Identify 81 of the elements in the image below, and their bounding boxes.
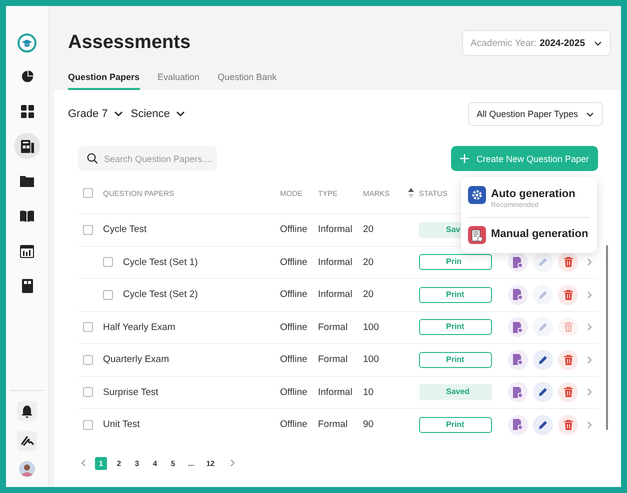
table-cell: Unit Test: [103, 419, 140, 430]
checkbox[interactable]: [83, 354, 93, 365]
table-cell-text: Offline: [280, 419, 308, 430]
checkbox[interactable]: [83, 224, 93, 235]
next-page-icon[interactable]: [230, 459, 235, 467]
previous-page-icon[interactable]: [81, 459, 86, 467]
sort-icon: [408, 188, 414, 198]
search-field[interactable]: Search Question Papers....: [78, 146, 217, 171]
chevron-right-icon[interactable]: [587, 356, 592, 364]
caret-icon: [594, 40, 602, 46]
table-cell-text: Formal: [318, 419, 349, 430]
scrollbar[interactable]: [606, 245, 608, 430]
caret-icon: [114, 111, 123, 117]
delete-icon[interactable]: [558, 350, 578, 370]
tab[interactable]: Evaluation: [158, 72, 200, 90]
tab[interactable]: Question Bank: [218, 72, 277, 90]
table-cell-text: Formal: [318, 322, 349, 333]
table-cell-text: 20: [363, 224, 375, 236]
table-cell: Surprise Test: [103, 386, 158, 398]
gear-icon: [468, 186, 486, 204]
table-cell: Cycle Test (Set 1): [123, 256, 198, 268]
delete-icon[interactable]: [558, 284, 578, 305]
checkbox[interactable]: [103, 290, 113, 300]
edit-icon[interactable]: [533, 414, 553, 435]
document-icon: [468, 226, 486, 244]
preview-icon[interactable]: [508, 414, 528, 435]
chevron-right-icon[interactable]: [587, 388, 592, 396]
preview-icon[interactable]: [508, 284, 528, 305]
table-cell: Quarterly Exam: [103, 354, 169, 366]
table-cell-text: Offline: [280, 256, 308, 268]
table-cell-text: Offline: [280, 289, 308, 300]
paper-type-dropdown[interactable]: All Question Paper Types: [468, 102, 603, 126]
chevron-right-icon[interactable]: [587, 420, 592, 429]
table-cell-text: 20: [363, 256, 375, 268]
table-cell: Half Yearly Exam: [103, 322, 176, 333]
logo-icon: [17, 33, 37, 53]
edit-icon[interactable]: [533, 350, 553, 370]
delete-icon[interactable]: [558, 382, 578, 402]
delete-icon[interactable]: [558, 414, 578, 435]
preview-icon[interactable]: [508, 317, 528, 338]
delete-icon[interactable]: [558, 252, 578, 272]
checkbox[interactable]: [83, 322, 93, 332]
subject-dropdown[interactable]: Science: [130, 108, 185, 120]
table-cell-text: 100: [363, 322, 380, 333]
checkbox[interactable]: [83, 188, 93, 198]
checkbox[interactable]: [83, 420, 93, 430]
page-title: Assessments: [68, 32, 191, 54]
papers-icon[interactable]: [14, 133, 40, 159]
table-cell: Cycle Test (Set 2): [123, 289, 198, 300]
chevron-right-icon[interactable]: [587, 323, 592, 332]
caret-icon: [586, 112, 594, 116]
table-cell-text: 20: [363, 289, 375, 300]
checkbox[interactable]: [83, 387, 93, 398]
table-cell: Cycle Test: [103, 224, 147, 236]
table-cell-text: Informal: [318, 289, 354, 300]
preview-icon[interactable]: [508, 350, 528, 370]
table-cell-text: Offline: [280, 224, 308, 236]
table-cell-text: Formal: [318, 354, 349, 366]
status-badge: Saved: [419, 384, 492, 400]
table-cell-text: 90: [363, 419, 375, 430]
chevron-right-icon[interactable]: [587, 290, 592, 299]
table-cell-text: 100: [363, 354, 380, 366]
table-cell-text: 10: [363, 386, 375, 398]
table-cell-text: Informal: [318, 386, 354, 398]
preview-icon[interactable]: [508, 252, 528, 272]
table-cell-text: Informal: [318, 256, 354, 268]
checkbox[interactable]: [103, 257, 113, 268]
signature-icon[interactable]: [17, 431, 37, 451]
avatar-icon[interactable]: [19, 461, 35, 477]
plus-icon: [460, 154, 470, 163]
chevron-right-icon[interactable]: [587, 258, 592, 266]
edit-icon[interactable]: [533, 382, 553, 402]
table-cell-text: Offline: [280, 386, 308, 398]
preview-icon[interactable]: [508, 382, 528, 402]
notification-icon[interactable]: [17, 401, 37, 421]
academic-year-dropdown[interactable]: Academic Year: 2024-2025: [462, 30, 611, 56]
caret-icon: [176, 111, 185, 117]
table-cell-text: Offline: [280, 322, 308, 333]
grade-dropdown[interactable]: Grade 7: [68, 108, 123, 120]
table-cell-text: Offline: [280, 354, 308, 366]
table-cell-text: Informal: [318, 224, 354, 236]
